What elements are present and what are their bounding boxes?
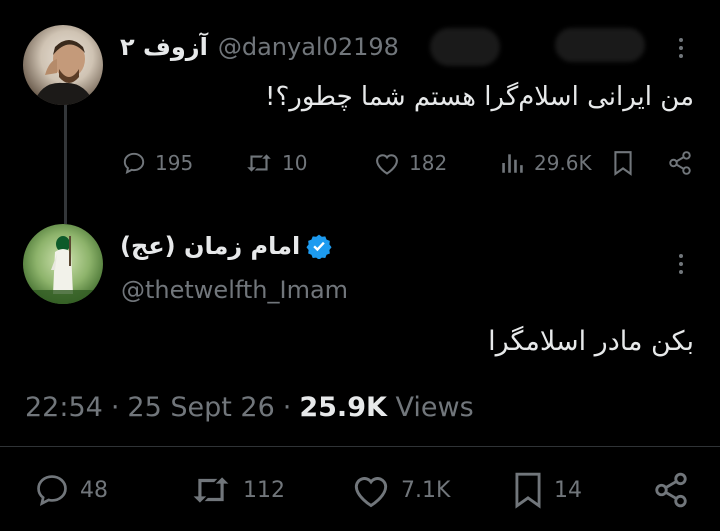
reply-icon (37, 475, 67, 506)
more-icon[interactable] (676, 38, 686, 58)
parent-repost-count: 10 (282, 151, 308, 175)
parent-views-button[interactable]: 29.6K (498, 150, 592, 176)
tweet-time[interactable]: 22:54 (25, 392, 103, 423)
main-bookmark-count: 14 (554, 477, 582, 503)
verified-icon (306, 234, 332, 259)
views-label: Views (395, 392, 474, 423)
main-display-name[interactable]: امام زمان (عج) (120, 232, 300, 260)
main-reply-count: 48 (80, 477, 108, 503)
meta-separator: · (282, 392, 292, 423)
main-handle[interactable]: @thetwelfth_Imam (121, 276, 348, 304)
parent-handle[interactable]: @danyal02198 (218, 33, 399, 61)
main-like-count: 7.1K (401, 477, 451, 503)
views-icon (502, 154, 523, 173)
parent-like-count: 182 (409, 151, 448, 175)
avatar-main-figure (23, 236, 103, 304)
parent-display-name[interactable]: آزوف ۲ (120, 33, 208, 61)
share-icon (655, 472, 687, 508)
reply-icon (123, 152, 145, 175)
more-icon[interactable] (676, 254, 686, 274)
main-tweet-text: بکن مادر اسلامگرا (488, 326, 694, 357)
like-icon (354, 477, 388, 508)
views-count: 25.9K (299, 392, 387, 423)
thread-connector-line (64, 100, 67, 224)
main-like-button[interactable]: 7.1K (349, 471, 450, 509)
parent-reply-count: 195 (155, 151, 194, 175)
redacted-blur-2 (555, 28, 645, 62)
bookmark-icon (515, 472, 541, 509)
main-repost-count: 112 (243, 477, 285, 503)
repost-icon (247, 154, 271, 172)
main-bookmark-button[interactable]: 14 (510, 471, 582, 509)
tweet-date[interactable]: 25 Sept 26 (127, 392, 274, 423)
views-stat[interactable]: 25.9K Views (299, 392, 473, 423)
tweet-metadata: 22:54 · 25 Sept 26 · 25.9K Views (25, 392, 474, 423)
repost-icon (193, 477, 229, 503)
parent-like-button[interactable]: 182 (373, 150, 447, 176)
main-share-button[interactable] (651, 471, 691, 509)
divider (0, 446, 720, 447)
main-reply-button[interactable]: 48 (32, 471, 108, 509)
avatar-parent-portrait (33, 40, 95, 105)
parent-header: آزوف ۲ @danyal02198 (120, 33, 399, 61)
parent-tweet-text: من ایرانی اسلام‌گرا هستم شما چطور؟! (265, 82, 694, 112)
parent-share-button[interactable] (666, 150, 694, 176)
parent-bookmark-button[interactable] (611, 150, 635, 176)
main-header: امام زمان (عج) (120, 232, 332, 260)
meta-separator: · (110, 392, 120, 423)
like-icon (376, 154, 398, 175)
avatar-main[interactable] (23, 224, 103, 304)
redacted-blur-1 (430, 28, 500, 66)
parent-repost-button[interactable]: 10 (244, 150, 307, 176)
share-icon (669, 151, 691, 175)
bookmark-icon (614, 151, 632, 176)
parent-views-count: 29.6K (534, 151, 592, 175)
parent-reply-button[interactable]: 195 (121, 150, 193, 176)
main-repost-button[interactable]: 112 (187, 471, 285, 509)
avatar-parent[interactable] (23, 25, 103, 105)
